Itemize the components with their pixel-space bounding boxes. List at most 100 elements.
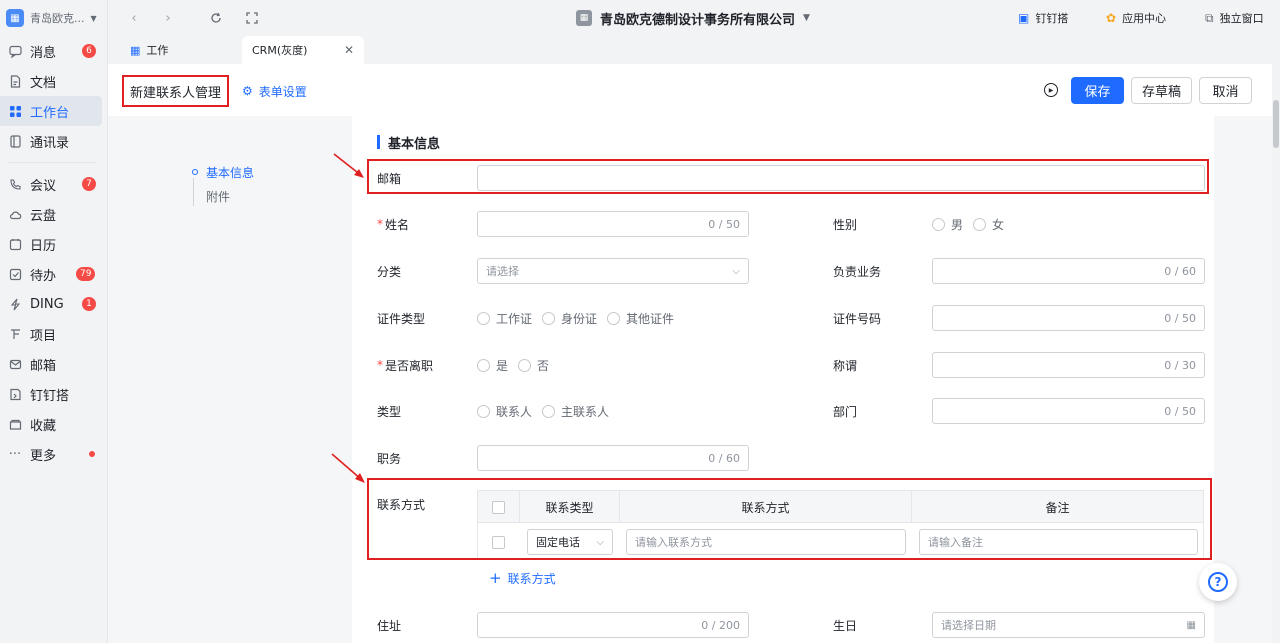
org-title[interactable]: ▦ 青岛欧克德制设计事务所有限公司 ▼ <box>576 8 810 28</box>
department-label: 部门 <box>833 404 858 419</box>
type-radio-primary[interactable]: 主联系人 <box>542 403 609 420</box>
unread-badge: 1 <box>82 297 96 311</box>
type-radio-group: 联系人 主联系人 <box>477 399 609 423</box>
sidebar-item-calendar[interactable]: 日历 <box>0 229 108 259</box>
resigned-radio-yes[interactable]: 是 <box>477 357 508 374</box>
id-type-radio-other[interactable]: 其他证件 <box>607 310 674 327</box>
sidebar-item-todo[interactable]: 待办 79 <box>0 259 108 289</box>
scrollbar-thumb[interactable] <box>1273 100 1279 148</box>
contacts-icon <box>8 134 22 148</box>
department-field[interactable]: 0 / 50 <box>932 398 1205 424</box>
dingda-link[interactable]: ▣ 钉钉搭 <box>1018 10 1068 26</box>
help-button[interactable]: ? <box>1199 563 1237 601</box>
save-draft-button[interactable]: 存草稿 <box>1131 77 1192 104</box>
radio-circle <box>518 358 532 372</box>
sidebar-item-project[interactable]: 项目 <box>0 319 108 349</box>
close-icon[interactable]: ✕ <box>344 43 354 57</box>
category-select[interactable]: 请选择 ⌵ <box>477 258 749 284</box>
gender-radio-female[interactable]: 女 <box>973 216 1004 233</box>
org-switcher[interactable]: ▦ 青岛欧克... ▼ <box>6 7 97 29</box>
form-settings-button[interactable]: ⚙ 表单设置 <box>242 82 307 100</box>
anchor-label: 附件 <box>206 189 231 204</box>
tab-work[interactable]: ▦ 工作 <box>120 36 240 64</box>
calendar-icon <box>8 237 22 251</box>
id-type-radio-idcard[interactable]: 身份证 <box>542 310 597 327</box>
position-field[interactable]: 0 / 60 <box>477 445 749 471</box>
resigned-label: * 是否离职 <box>377 358 434 373</box>
sidebar-item-label: 会议 <box>30 178 57 194</box>
standalone-window-link[interactable]: ⧉ 独立窗口 <box>1205 10 1264 26</box>
id-type-label: 证件类型 <box>377 311 426 326</box>
sidebar-item-meeting[interactable]: 会议 7 <box>0 169 108 199</box>
name-label: * 姓名 <box>377 217 410 232</box>
sidebar-item-label: 项目 <box>30 328 57 344</box>
birthday-label: 生日 <box>833 618 858 633</box>
sidebar-item-label: 收藏 <box>30 418 57 434</box>
cloud-icon <box>8 207 22 221</box>
top-link-label: 独立窗口 <box>1219 12 1264 25</box>
highlight-box-email <box>367 159 1209 194</box>
sidebar-item-workbench[interactable]: 工作台 <box>0 96 102 126</box>
add-contact-label: 联系方式 <box>507 571 556 586</box>
sidebar-item-label: 通讯录 <box>30 135 70 151</box>
birthday-date-picker[interactable]: 请选择日期 ▦ <box>932 612 1205 638</box>
tab-label: CRM(灰度) <box>252 44 308 57</box>
notification-dot <box>89 451 95 457</box>
refresh-icon[interactable] <box>208 10 224 26</box>
anchor-basic-info[interactable]: 基本信息 <box>192 160 272 184</box>
radio-circle <box>477 311 490 325</box>
address-field[interactable]: 0 / 200 <box>477 612 749 638</box>
gender-radio-male[interactable]: 男 <box>932 216 963 233</box>
sidebar-item-label: 邮箱 <box>30 358 57 374</box>
id-number-field[interactable]: 0 / 50 <box>932 305 1205 331</box>
sidebar-item-label: 日历 <box>30 238 57 254</box>
play-icon[interactable]: ▶ <box>1044 83 1058 97</box>
salutation-field[interactable]: 0 / 30 <box>932 352 1205 378</box>
sidebar-item-ding[interactable]: DING 1 <box>0 289 108 319</box>
char-count: 0 / 60 <box>708 451 740 465</box>
radio-circle <box>932 217 945 231</box>
input-placeholder: 请选择日期 <box>941 619 996 632</box>
gender-label: 性别 <box>833 217 858 232</box>
unread-badge: 79 <box>76 267 96 281</box>
forward-icon[interactable]: › <box>160 10 176 26</box>
anchor-attachment[interactable]: 附件 <box>192 184 272 208</box>
sidebar-item-more[interactable]: ··· 更多 <box>0 439 108 469</box>
anchor-label: 基本信息 <box>206 165 255 180</box>
id-type-radio-work[interactable]: 工作证 <box>477 310 532 327</box>
tab-bar: ▦ 工作 CRM(灰度) ✕ <box>108 36 1280 64</box>
anchor-rail <box>193 178 194 206</box>
save-button[interactable]: 保存 <box>1071 77 1124 104</box>
fullscreen-icon[interactable] <box>244 10 260 26</box>
sidebar-item-dingda[interactable]: 钉钉搭 <box>0 379 108 409</box>
sidebar-item-cloud[interactable]: 云盘 <box>0 199 108 229</box>
gear-icon: ⚙ <box>242 84 253 98</box>
app-window: ▦ 青岛欧克... ▼ 消息 6 文档 工作台 通讯录 会议 7 云盘 日历 待… <box>0 0 1280 643</box>
add-contact-button[interactable]: + 联系方式 <box>489 569 556 587</box>
back-icon[interactable]: ‹ <box>126 10 142 26</box>
sidebar-item-mail[interactable]: 邮箱 <box>0 349 108 379</box>
sidebar-nav: 消息 6 文档 工作台 通讯录 会议 7 云盘 日历 待办 79 DING 1 … <box>0 36 108 469</box>
sidebar-item-favorites[interactable]: 收藏 <box>0 409 108 439</box>
meeting-icon <box>8 177 22 191</box>
title-bar: ‹ › ▦ 青岛欧克德制设计事务所有限公司 ▼ ▣ 钉钉搭 ✿ 应用中心 ⧉ 独… <box>108 0 1280 36</box>
resigned-radio-no[interactable]: 否 <box>518 357 549 374</box>
type-radio-contact[interactable]: 联系人 <box>477 403 532 420</box>
id-type-radio-group: 工作证 身份证 其他证件 <box>477 306 674 330</box>
sidebar-item-label: 文档 <box>30 75 57 91</box>
sidebar-item-messages[interactable]: 消息 6 <box>0 36 108 66</box>
cancel-button[interactable]: 取消 <box>1199 77 1252 104</box>
org-name: 青岛欧克... <box>30 12 85 25</box>
resigned-radio-group: 是 否 <box>477 353 549 377</box>
page: 新建联系人管理 ⚙ 表单设置 ▶ 保存 存草稿 取消 基本信息 附件 基本信息 … <box>108 64 1272 643</box>
org-icon: ▦ <box>6 9 24 27</box>
scrollbar-track[interactable] <box>1272 64 1280 643</box>
sidebar-item-docs[interactable]: 文档 <box>0 66 108 96</box>
sidebar-item-contacts[interactable]: 通讯录 <box>0 126 108 156</box>
name-field[interactable]: 0 / 50 <box>477 211 749 237</box>
workbench-icon <box>8 104 22 118</box>
sidebar-item-label: 更多 <box>30 448 57 464</box>
tab-crm[interactable]: CRM(灰度) ✕ <box>242 36 364 64</box>
business-field[interactable]: 0 / 60 <box>932 258 1205 284</box>
app-center-link[interactable]: ✿ 应用中心 <box>1106 10 1166 26</box>
